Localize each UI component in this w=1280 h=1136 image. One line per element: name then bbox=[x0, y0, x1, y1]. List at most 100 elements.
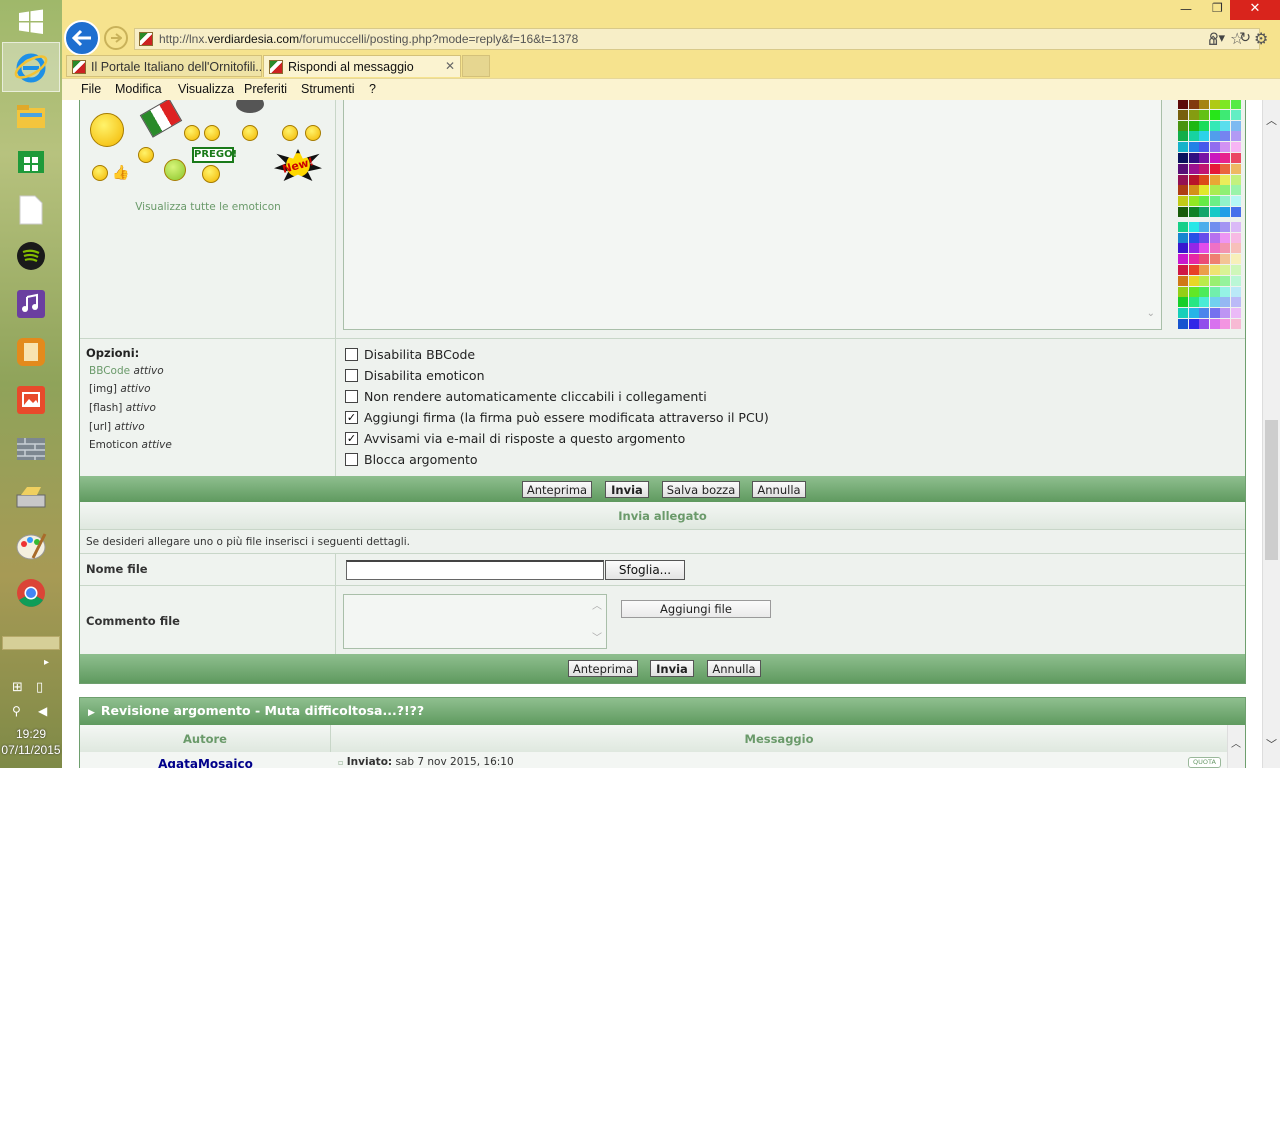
color-swatch[interactable] bbox=[1220, 142, 1230, 153]
forward-button[interactable] bbox=[104, 26, 128, 50]
minimize-icon[interactable]: — bbox=[1180, 2, 1192, 16]
color-swatch[interactable] bbox=[1188, 286, 1199, 297]
restore-icon[interactable]: ❐ bbox=[1212, 1, 1223, 15]
color-swatch[interactable] bbox=[1230, 221, 1241, 232]
color-swatch[interactable] bbox=[1220, 221, 1230, 232]
color-swatch[interactable] bbox=[1220, 297, 1230, 308]
color-swatch[interactable] bbox=[1178, 221, 1188, 232]
color-palette[interactable] bbox=[1178, 100, 1241, 329]
color-swatch[interactable] bbox=[1209, 232, 1220, 243]
color-swatch[interactable] bbox=[1188, 109, 1199, 120]
color-swatch[interactable] bbox=[1209, 196, 1220, 207]
color-swatch[interactable] bbox=[1199, 185, 1209, 196]
chrome-icon[interactable] bbox=[13, 575, 49, 611]
tab-portale[interactable]: Il Portale Italiano dell'Ornitofili... bbox=[66, 55, 262, 77]
color-swatch[interactable] bbox=[1220, 254, 1230, 265]
scroll-down-icon[interactable]: ﹀ bbox=[1266, 736, 1277, 752]
scroll-up-icon[interactable]: ︿ bbox=[592, 597, 602, 612]
scrollbar-thumb[interactable] bbox=[1265, 420, 1278, 560]
comment-textarea[interactable]: ︿ ﹀ bbox=[343, 594, 607, 649]
color-swatch[interactable] bbox=[1199, 142, 1209, 153]
preview-button-bottom[interactable]: Anteprima bbox=[568, 660, 638, 677]
cancel-button-bottom[interactable]: Annulla bbox=[707, 660, 761, 677]
address-url[interactable]: http://lnx.verdiardesia.com/forumuccelli… bbox=[159, 32, 578, 46]
color-swatch[interactable] bbox=[1199, 109, 1209, 120]
emoticon-shock[interactable] bbox=[90, 113, 124, 147]
option-checkbox-label[interactable]: Disabilita emoticon bbox=[364, 368, 485, 383]
color-swatch[interactable] bbox=[1220, 308, 1230, 319]
scanner-icon[interactable] bbox=[13, 480, 49, 516]
color-swatch[interactable] bbox=[1199, 174, 1209, 185]
color-swatch[interactable] bbox=[1188, 174, 1199, 185]
color-swatch[interactable] bbox=[1199, 221, 1209, 232]
menu-preferiti[interactable]: Preferiti bbox=[244, 82, 287, 96]
color-swatch[interactable] bbox=[1220, 185, 1230, 196]
color-swatch[interactable] bbox=[1209, 185, 1220, 196]
color-swatch[interactable] bbox=[1188, 275, 1199, 286]
option-checkbox[interactable] bbox=[345, 390, 358, 403]
color-swatch[interactable] bbox=[1220, 286, 1230, 297]
review-author[interactable]: AgataMosaico bbox=[80, 752, 331, 768]
color-swatch[interactable] bbox=[1178, 163, 1188, 174]
color-swatch[interactable] bbox=[1178, 153, 1188, 163]
browse-button[interactable]: Sfoglia... bbox=[605, 560, 685, 580]
color-swatch[interactable] bbox=[1230, 243, 1241, 254]
color-swatch[interactable] bbox=[1178, 207, 1188, 217]
color-swatch[interactable] bbox=[1230, 207, 1241, 217]
emoticon-sick[interactable] bbox=[164, 159, 186, 181]
option-checkbox[interactable] bbox=[345, 348, 358, 361]
firewall-icon[interactable] bbox=[13, 430, 49, 466]
color-swatch[interactable] bbox=[1230, 163, 1241, 174]
option-checkbox-label[interactable]: Blocca argomento bbox=[364, 452, 478, 467]
color-swatch[interactable] bbox=[1230, 185, 1241, 196]
menu-help[interactable]: ? bbox=[369, 82, 376, 96]
color-swatch[interactable] bbox=[1220, 153, 1230, 163]
color-swatch[interactable] bbox=[1209, 265, 1220, 275]
color-swatch[interactable] bbox=[1178, 142, 1188, 153]
menu-modifica[interactable]: Modifica bbox=[115, 82, 162, 96]
option-checkbox[interactable] bbox=[345, 369, 358, 382]
option-checkbox[interactable] bbox=[345, 453, 358, 466]
emoticon-grumpy[interactable] bbox=[204, 125, 220, 141]
color-swatch[interactable] bbox=[1230, 319, 1241, 329]
color-swatch[interactable] bbox=[1199, 319, 1209, 329]
color-swatch[interactable] bbox=[1199, 207, 1209, 217]
color-swatch[interactable] bbox=[1188, 319, 1199, 329]
emoticon-sad[interactable] bbox=[242, 125, 258, 141]
color-swatch[interactable] bbox=[1209, 297, 1220, 308]
cancel-button[interactable]: Annulla bbox=[752, 481, 806, 498]
color-swatch[interactable] bbox=[1230, 100, 1241, 109]
color-swatch[interactable] bbox=[1178, 275, 1188, 286]
color-swatch[interactable] bbox=[1209, 308, 1220, 319]
color-swatch[interactable] bbox=[1209, 120, 1220, 131]
color-swatch[interactable] bbox=[1230, 232, 1241, 243]
color-swatch[interactable] bbox=[1230, 153, 1241, 163]
topic-review-header[interactable]: ▶ Revisione argomento - Muta difficoltosa… bbox=[80, 698, 1245, 725]
color-swatch[interactable] bbox=[1178, 319, 1188, 329]
color-swatch[interactable] bbox=[1199, 243, 1209, 254]
color-swatch[interactable] bbox=[1178, 232, 1188, 243]
color-swatch[interactable] bbox=[1199, 297, 1209, 308]
color-swatch[interactable] bbox=[1199, 163, 1209, 174]
preview-button[interactable]: Anteprima bbox=[522, 481, 592, 498]
quote-button[interactable]: QUOTA bbox=[1188, 757, 1221, 768]
color-swatch[interactable] bbox=[1230, 254, 1241, 265]
color-swatch[interactable] bbox=[1220, 207, 1230, 217]
color-swatch[interactable] bbox=[1199, 286, 1209, 297]
color-swatch[interactable] bbox=[1199, 196, 1209, 207]
color-swatch[interactable] bbox=[1209, 254, 1220, 265]
emoticon-thumbsup[interactable]: 👍 bbox=[112, 165, 129, 181]
color-swatch[interactable] bbox=[1199, 100, 1209, 109]
color-swatch[interactable] bbox=[1178, 243, 1188, 254]
submit-button[interactable]: Invia bbox=[605, 481, 649, 498]
emoticon-wink[interactable] bbox=[138, 147, 154, 163]
color-swatch[interactable] bbox=[1188, 243, 1199, 254]
option-checkbox-label[interactable]: Avvisami via e-mail di risposte a questo… bbox=[364, 431, 685, 446]
color-swatch[interactable] bbox=[1178, 297, 1188, 308]
color-swatch[interactable] bbox=[1178, 185, 1188, 196]
taskbar-date[interactable]: 07/11/2015 bbox=[0, 743, 62, 757]
home-icon[interactable]: ⌂ bbox=[1208, 30, 1218, 49]
taskbar-scroller[interactable] bbox=[2, 636, 60, 650]
option-checkbox[interactable]: ✓ bbox=[345, 432, 358, 445]
color-swatch[interactable] bbox=[1178, 120, 1188, 131]
